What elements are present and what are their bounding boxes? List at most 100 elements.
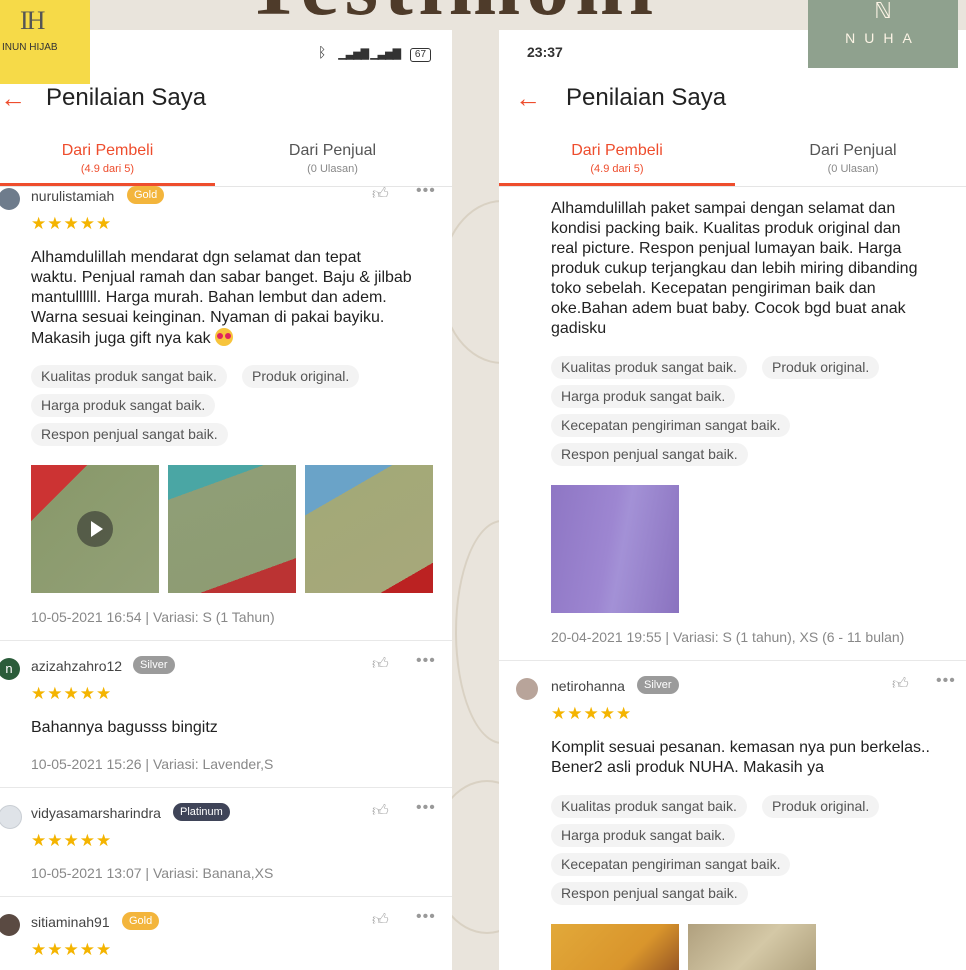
review-line: gadisku — [551, 320, 607, 337]
more-dots-icon[interactable]: ••• — [416, 908, 436, 926]
member-badge: Gold — [122, 912, 160, 930]
divider — [0, 640, 452, 641]
avatar — [0, 805, 22, 829]
logo-mark: ℕ — [874, 0, 892, 23]
review-tag: Respon penjual sangat baik. — [551, 443, 748, 466]
review-tag: Harga produk sangat baik. — [551, 824, 736, 847]
tab-from-buyer[interactable]: Dari Pembeli (4.9 dari 5) — [499, 140, 735, 186]
review-tag: Kecepatan pengiriman sangat baik. — [551, 414, 791, 437]
avatar — [0, 914, 20, 936]
review-photo[interactable] — [688, 924, 816, 970]
review-line: Bener2 asli produk NUHA. Makasih ya — [551, 759, 825, 776]
reviewer-name[interactable]: azizahzahro12 — [31, 658, 122, 674]
review-line: Alhamdulillah mendarat dgn selamat dan t… — [31, 249, 361, 266]
review-line: Alhamdulillah paket sampai dengan selama… — [551, 200, 896, 217]
tab-from-buyer[interactable]: Dari Pembeli (4.9 dari 5) — [0, 140, 215, 186]
reviewer-name[interactable]: netirohanna — [551, 678, 625, 694]
divider — [499, 660, 966, 661]
back-arrow-icon[interactable]: ← — [515, 84, 541, 112]
review-line: oke.Bahan adem buat baby. Cocok bgd buat… — [551, 300, 906, 317]
tab-sub: (0 Ulasan) — [307, 163, 358, 175]
divider — [0, 787, 452, 788]
review-tag: Harga produk sangat baik. — [551, 385, 736, 408]
review-meta: 10-05-2021 16:54 | Variasi: S (1 Tahun) — [31, 609, 275, 625]
review-text: Komplit sesuai pesanan. kemasan nya pun … — [551, 738, 930, 778]
review-tag: Kecepatan pengiriman sangat baik. — [551, 853, 791, 876]
review-meta: 20-04-2021 19:55 | Variasi: S (1 tahun),… — [551, 629, 905, 645]
more-dots-icon[interactable]: ••• — [416, 799, 436, 817]
thumbs-up-icon[interactable]: 👍︎ — [372, 802, 389, 821]
signal-icon: ▁▃▅▇ ▁▃▅▇ — [338, 48, 401, 60]
star-rating: ★★★★★ — [31, 214, 113, 233]
star-rating: ★★★★★ — [31, 831, 113, 850]
review-tag: Produk original. — [762, 356, 880, 379]
tab-from-seller[interactable]: Dari Penjual (0 Ulasan) — [225, 140, 440, 176]
member-badge: Platinum — [173, 803, 230, 821]
review-tag: Kualitas produk sangat baik. — [31, 365, 227, 388]
header-title: Penilaian Saya — [46, 84, 207, 111]
tab-label: Dari Penjual — [809, 142, 897, 159]
tab-from-seller[interactable]: Dari Penjual (0 Ulasan) — [735, 140, 966, 176]
more-dots-icon[interactable]: ••• — [416, 182, 436, 200]
status-time: 23:37 — [527, 44, 563, 60]
status-bar: ᛒ ▁▃▅▇ ▁▃▅▇ 67 — [318, 44, 432, 62]
header: ← Penilaian Saya — [499, 84, 966, 114]
tab-sub: (0 Ulasan) — [827, 163, 879, 175]
review-line: toko sebelah. Kecepatan pengiriman baik … — [551, 280, 876, 297]
screenshot-left: ᛒ ▁▃▅▇ ▁▃▅▇ 67 ← Penilaian Saya Dari Pem… — [0, 30, 452, 970]
thumbs-up-icon[interactable]: 👍︎ — [892, 675, 909, 694]
review-line: Warna sesuai keinginan. Nyaman di pakai … — [31, 309, 385, 326]
review-photo[interactable] — [305, 465, 433, 593]
thumbs-up-icon[interactable]: 👍︎ — [372, 655, 389, 674]
avatar — [0, 188, 20, 210]
thumbs-up-icon[interactable]: 👍︎ — [372, 911, 389, 930]
tab-sub: (4.9 dari 5) — [590, 163, 644, 175]
rating-tabs: Dari Pembeli (4.9 dari 5) Dari Penjual (… — [499, 140, 966, 187]
screenshot-right: 23:37 ← Penilaian Saya Dari Pembeli (4.9… — [499, 30, 966, 970]
reviewer-name[interactable]: nurulistamiah — [31, 188, 114, 204]
heart-eyes-emoji-icon — [215, 328, 234, 346]
page-title: Testimoni — [245, 0, 659, 28]
reviewer-name[interactable]: sitiaminah91 — [31, 914, 110, 930]
tab-sub: (4.9 dari 5) — [80, 163, 135, 175]
review-photo[interactable] — [168, 465, 296, 593]
star-rating: ★★★★★ — [31, 940, 113, 959]
header: ← Penilaian Saya — [0, 84, 452, 114]
review-line: kondisi packing baik. Kualitas produk or… — [551, 220, 901, 237]
logo-mark: IH — [20, 6, 45, 35]
review-text: Alhamdulillah paket sampai dengan selama… — [551, 199, 917, 339]
review-tag: Respon penjual sangat baik. — [551, 882, 748, 905]
review-text: Bahannya bagusss bingitz — [31, 719, 218, 736]
more-dots-icon[interactable]: ••• — [416, 652, 436, 670]
member-badge: Silver — [637, 676, 679, 694]
review-line: waktu. Penjual ramah dan sabar banget. B… — [31, 269, 412, 286]
review-line-text: Makasih juga gift nya kak — [31, 330, 211, 347]
member-badge: Gold — [127, 186, 165, 204]
review-photo[interactable] — [551, 485, 679, 613]
review-meta: 10-05-2021 15:26 | Variasi: Lavender,S — [31, 756, 274, 772]
review-photo[interactable] — [551, 924, 679, 970]
play-icon[interactable] — [77, 511, 113, 547]
review-video-thumbnail[interactable] — [31, 465, 159, 593]
header-title: Penilaian Saya — [566, 84, 727, 111]
review-tag: Kualitas produk sangat baik. — [551, 356, 747, 379]
more-dots-icon[interactable]: ••• — [936, 672, 956, 690]
tab-label: Dari Pembeli — [571, 142, 663, 159]
avatar — [516, 678, 538, 700]
brand-name-left: INUN HIJAB — [2, 42, 58, 53]
thumbs-up-icon[interactable]: 👍︎ — [372, 185, 389, 204]
member-badge: Silver — [133, 656, 175, 674]
review-line: mantullllll. Harga murah. Bahan lembut d… — [31, 289, 387, 306]
tab-label: Dari Penjual — [288, 142, 377, 159]
divider — [0, 896, 452, 897]
review-text: Alhamdulillah mendarat dgn selamat dan t… — [31, 248, 412, 349]
star-rating: ★★★★★ — [551, 704, 633, 723]
reviewer-name[interactable]: vidyasamarsharindra — [31, 805, 161, 821]
review-tag: Produk original. — [762, 795, 880, 818]
review-line: produk cukup terjangkau dan lebih miring… — [551, 260, 918, 277]
battery-icon: 67 — [409, 48, 432, 62]
review-line: real picture. Respon penjual lumayan bai… — [551, 240, 902, 257]
tab-label: Dari Pembeli — [61, 142, 154, 159]
brand-logo-left: IH INUN HIJAB — [0, 0, 90, 84]
back-arrow-icon[interactable]: ← — [0, 84, 26, 112]
